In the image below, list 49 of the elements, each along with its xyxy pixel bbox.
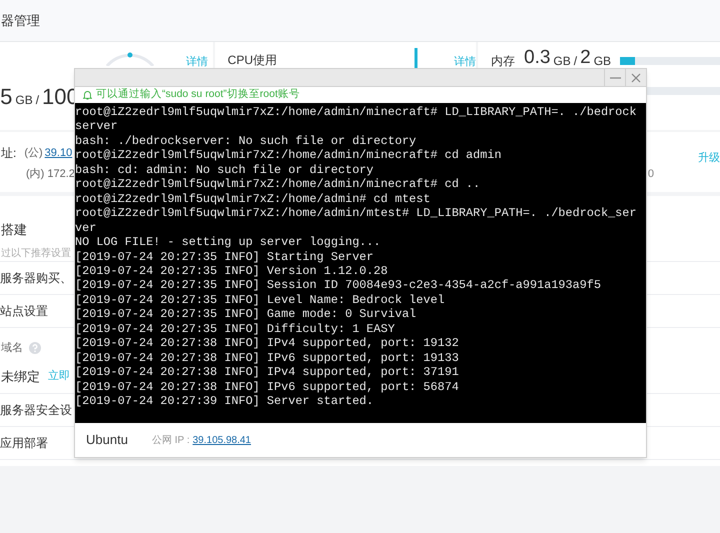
terminal-line: ver: [75, 220, 98, 236]
memory-unit: GB: [553, 55, 571, 67]
section-item[interactable]: 服务器购买、: [0, 269, 72, 287]
disk-usage: .5: [0, 83, 12, 111]
section-hint: 过以下推荐设置: [1, 246, 71, 260]
section-item[interactable]: 应用部署: [0, 434, 48, 452]
terminal-line: [2019-07-24 20:27:35 INFO] Difficulty: 1 EASY: [75, 322, 396, 336]
separator: /: [574, 55, 578, 67]
terminal-line: [2019-07-24 20:27:35 INFO] Version 1.12.0.28: [75, 264, 389, 278]
field-label: 址:: [1, 145, 16, 162]
terminal-line: root@iZ2zedrl9mlf5uqwlmir7xZ:/home/admin# cd mtest: [75, 192, 432, 206]
terminal-line: [2019-07-24 20:27:35 INFO] Session ID 70084e93-c2e3-4354-a2cf-a991a193a9f5: [75, 278, 602, 293]
terminal-line: root@iZ2zedrl9mlf5uqwlmir7xZ:/home/admin/minecraft# LD_LIBRARY_PATH=. ./bedrock: [75, 105, 638, 120]
terminal-line: [2019-07-24 20:27:38 INFO] IPv4 supported, port: 19132: [75, 336, 460, 351]
terminal-line: root@iZ2zedrl9mlf5uqwlmir7xZ:/home/admin/minecraft# cd ..: [75, 177, 482, 192]
section-item[interactable]: 服务器安全设: [0, 401, 72, 419]
domain-status: 未绑定: [1, 368, 40, 386]
memory-total: 2: [580, 48, 591, 67]
notice-text: 可以通过输入“sudo su root”切换至root账号: [96, 87, 300, 102]
terminal-line: [2019-07-24 20:27:35 INFO] Level Name: Bedrock level: [75, 292, 446, 308]
page-title: 器管理: [1, 12, 40, 30]
terminal-line: [2019-07-24 20:27:38 INFO] IPv4 supported, port: 37191: [75, 365, 460, 380]
terminal-line: server: [75, 119, 119, 134]
terminal-line: root@iZ2zedrl9mlf5uqwlmir7xZ:/home/admin/minecraft# cd admin: [75, 148, 502, 163]
card-title: 内存: [491, 55, 515, 67]
section-item[interactable]: 站点设置: [0, 302, 48, 320]
private-ip: (内) 172.2: [26, 167, 75, 182]
field-label: 域名: [1, 341, 23, 356]
memory-used: 0.3: [524, 48, 550, 67]
terminal-line: bash: cd: admin: No such file or directory: [75, 162, 375, 178]
card-title: CPU使用: [228, 52, 277, 67]
terminal-line: bash: ./bedrockserver: No such file or directory: [75, 134, 418, 148]
terminal-line: [2019-07-24 20:27:35 INFO] Game mode: 0 Survival: [75, 307, 418, 322]
terminal-line: [2019-07-24 20:27:38 INFO] IPv6 supported, port: 56874: [75, 380, 460, 394]
disk-unit: GB: [15, 92, 33, 109]
terminal-line: root@iZ2zedrl9mlf5uqwlmir7xZ:/home/admin/mtest# LD_LIBRARY_PATH=. ./bedrock_ser: [75, 206, 638, 221]
address-prefix: (公): [24, 146, 43, 161]
ip-link[interactable]: 39.105.98.41: [192, 432, 251, 448]
table-cell-text: 0: [648, 167, 654, 182]
terminal-line: NO LOG FILE! - setting up server logging...: [75, 235, 382, 250]
terminal-line: [2019-07-24 20:27:38 INFO] IPv6 supported, port: 19133: [75, 350, 460, 366]
separator: /: [36, 92, 40, 109]
ip-label: 公网 IP :: [152, 434, 190, 448]
os-name: Ubuntu: [86, 431, 129, 450]
terminal-line: [2019-07-24 20:27:39 INFO] Server started.: [75, 394, 375, 409]
section-title: 搭建: [1, 221, 27, 239]
memory-unit: GB: [594, 55, 612, 67]
ip-link[interactable]: 39.10: [44, 144, 72, 162]
terminal-line: [2019-07-24 20:27:35 INFO] Starting Server: [75, 250, 375, 264]
